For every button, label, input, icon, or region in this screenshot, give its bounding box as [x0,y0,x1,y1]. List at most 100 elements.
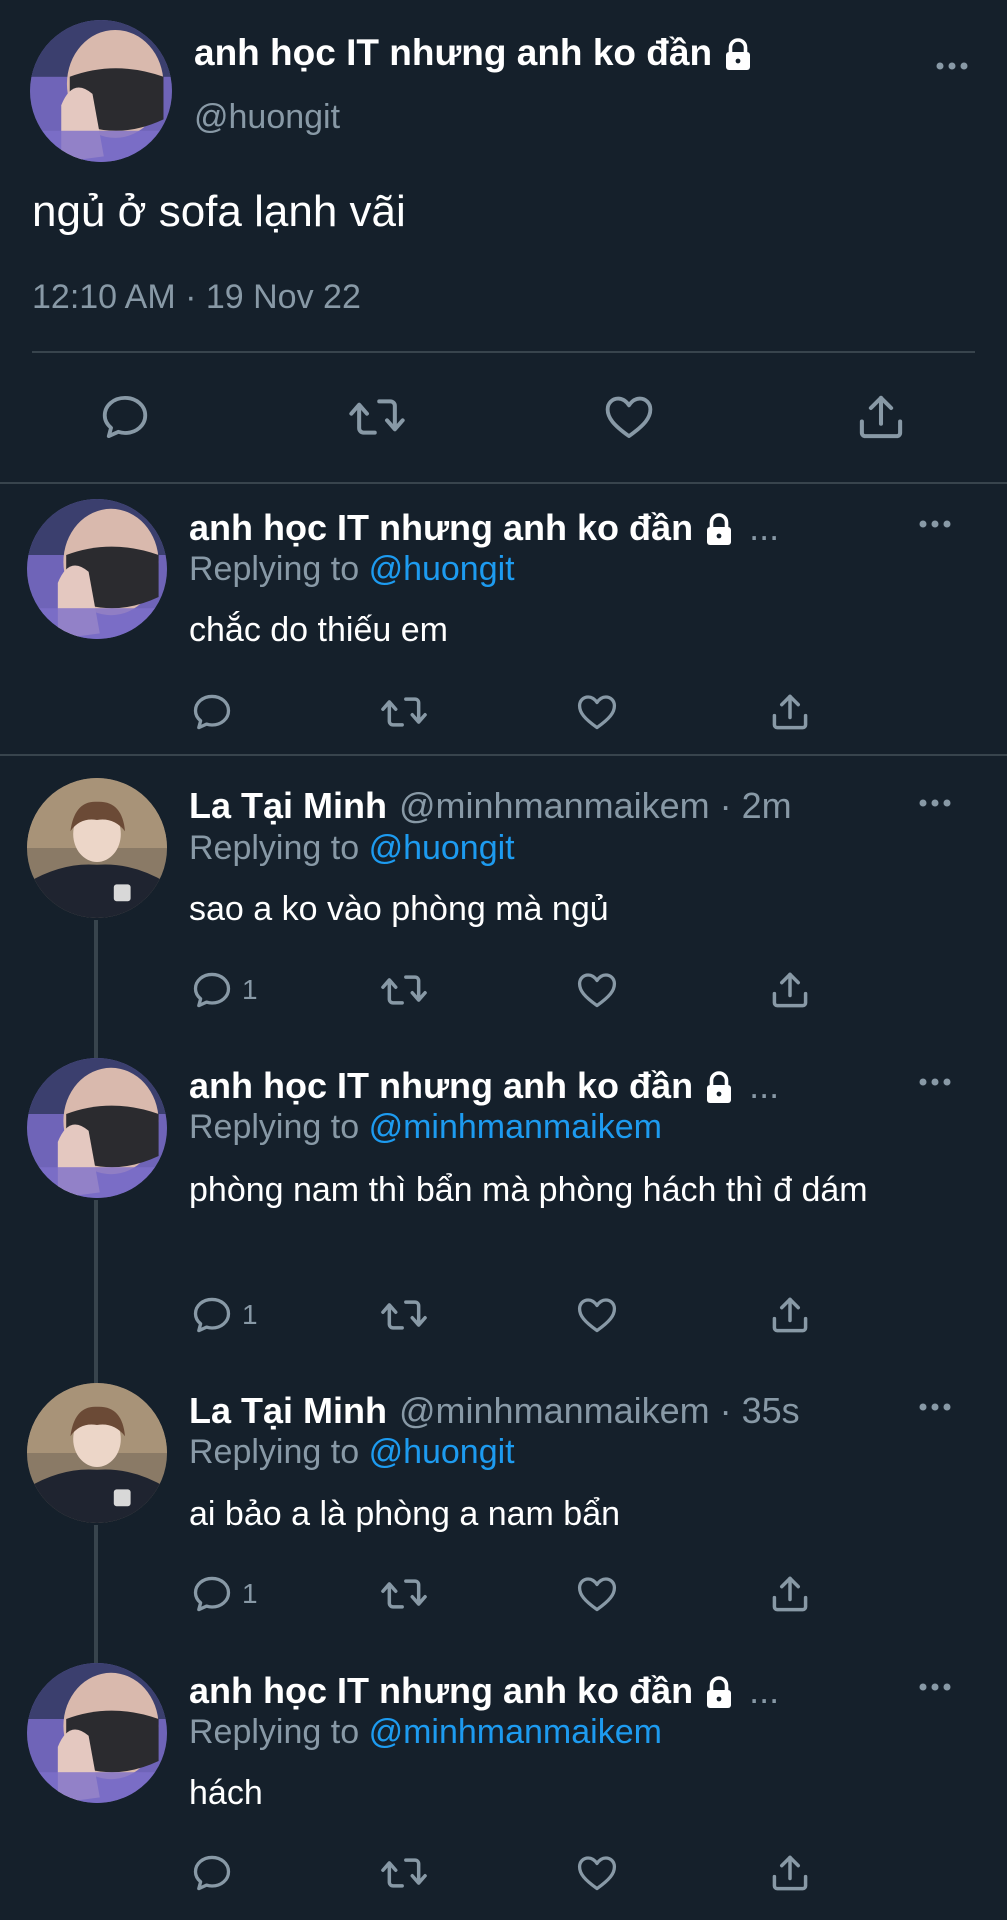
truncation: ... [749,507,780,548]
more-icon[interactable] [915,793,955,813]
display-name-text: La Tại Minh [189,1390,387,1431]
like-button[interactable] [575,1293,619,1337]
retweet-icon [380,1572,428,1616]
tweet-text: phòng nam thì bẩn mà phòng hách thì đ dá… [189,1171,868,1209]
share-button[interactable] [768,690,812,734]
replying-to: Replying to @minhmanmaikem [189,1108,662,1147]
more-icon[interactable] [915,1677,955,1697]
timestamp[interactable]: · 35s [720,1390,800,1431]
thread-line [94,920,98,1060]
heart-icon [575,1851,619,1895]
reply-icon [190,968,234,1012]
retweet-button[interactable] [348,395,406,439]
display-name[interactable]: anh học IT nhưng anh ko đần... [189,1670,779,1712]
share-icon [768,1293,812,1337]
avatar[interactable] [27,1383,167,1523]
more-icon[interactable] [915,1072,955,1092]
heart-icon [575,690,619,734]
like-button[interactable] [575,1572,619,1616]
retweet-button[interactable] [380,1293,428,1337]
reply-icon [190,690,234,734]
avatar-masked-user-image [30,20,172,162]
retweet-button[interactable] [380,1572,428,1616]
share-button[interactable] [768,1851,812,1895]
reply-icon [98,390,152,444]
display-name-text: La Tại Minh [189,785,387,826]
truncation: ... [749,1670,780,1711]
lock-icon [701,1675,737,1711]
replying-prefix: Replying to [189,829,360,867]
timestamp[interactable]: · 2m [720,785,792,826]
replying-to: Replying to @huongit [189,829,515,868]
retweet-button[interactable] [380,968,428,1012]
retweet-icon [380,1293,428,1337]
avatar-user-photo [27,1383,167,1523]
retweet-button[interactable] [380,1851,428,1895]
more-icon[interactable] [915,1397,955,1417]
display-name-text: anh học IT nhưng anh ko đần [189,1670,694,1711]
timestamp[interactable]: 12:10 AM · 19 Nov 22 [32,278,361,317]
reply-button[interactable]: 1 [190,1293,258,1337]
reply-icon [190,1851,234,1895]
display-name[interactable]: anh học IT nhưng anh ko đần... [189,507,779,549]
reply-icon [190,1293,234,1337]
more-icon[interactable] [932,56,972,76]
handle[interactable]: @minhmanmaikem [399,1390,710,1431]
reply-button[interactable]: 1 [190,1572,258,1616]
share-icon [768,690,812,734]
heart-icon [575,968,619,1012]
reply-count: 1 [242,974,258,1005]
reply-icon [190,1572,234,1616]
mention-link[interactable]: @huongit [369,1433,515,1471]
tweet-text: sao a ko vào phòng mà ngủ [189,890,609,928]
replying-prefix: Replying to [189,1433,360,1471]
divider [0,482,1007,484]
like-button[interactable] [575,690,619,734]
share-button[interactable] [768,968,812,1012]
avatar-masked-user-image [27,1663,167,1803]
retweet-icon [348,390,406,444]
reply-button[interactable]: 1 [190,968,258,1012]
retweet-icon [380,1851,428,1895]
avatar-masked-user-image [27,1058,167,1198]
retweet-icon [380,690,428,734]
mention-link[interactable]: @huongit [369,550,515,588]
lock-icon [720,37,756,73]
like-button[interactable] [602,395,656,439]
reply-count: 1 [242,1578,258,1609]
like-button[interactable] [575,1851,619,1895]
avatar[interactable] [30,20,172,162]
avatar-masked-user-image [27,499,167,639]
display-name[interactable]: La Tại Minh @minhmanmaikem · 2m [189,785,792,827]
mention-link[interactable]: @huongit [369,829,515,867]
display-name[interactable]: anh học IT nhưng anh ko đần... [189,1065,779,1107]
avatar-user-photo [27,778,167,918]
heart-icon [602,390,656,444]
like-button[interactable] [575,968,619,1012]
display-name[interactable]: anh học IT nhưng anh ko đần [194,32,756,74]
mention-link[interactable]: @minhmanmaikem [369,1713,662,1751]
reply-button[interactable] [190,690,242,734]
avatar[interactable] [27,778,167,918]
replying-prefix: Replying to [189,1108,360,1146]
share-button[interactable] [854,395,908,439]
share-button[interactable] [768,1293,812,1337]
reply-button[interactable] [190,1851,242,1895]
avatar[interactable] [27,499,167,639]
handle[interactable]: @huongit [194,98,340,137]
display-name[interactable]: La Tại Minh @minhmanmaikem · 35s [189,1390,800,1432]
display-name-text: anh học IT nhưng anh ko đần [194,32,713,73]
retweet-button[interactable] [380,690,428,734]
avatar[interactable] [27,1058,167,1198]
handle[interactable]: @minhmanmaikem [399,785,710,826]
more-icon[interactable] [915,514,955,534]
retweet-icon [380,968,428,1012]
tweet-text: chắc do thiếu em [189,611,448,649]
avatar[interactable] [27,1663,167,1803]
mention-link[interactable]: @minhmanmaikem [369,1108,662,1146]
separator [32,351,975,353]
share-button[interactable] [768,1572,812,1616]
display-name-text: anh học IT nhưng anh ko đần [189,1065,694,1106]
heart-icon [575,1293,619,1337]
reply-button[interactable] [98,395,152,439]
